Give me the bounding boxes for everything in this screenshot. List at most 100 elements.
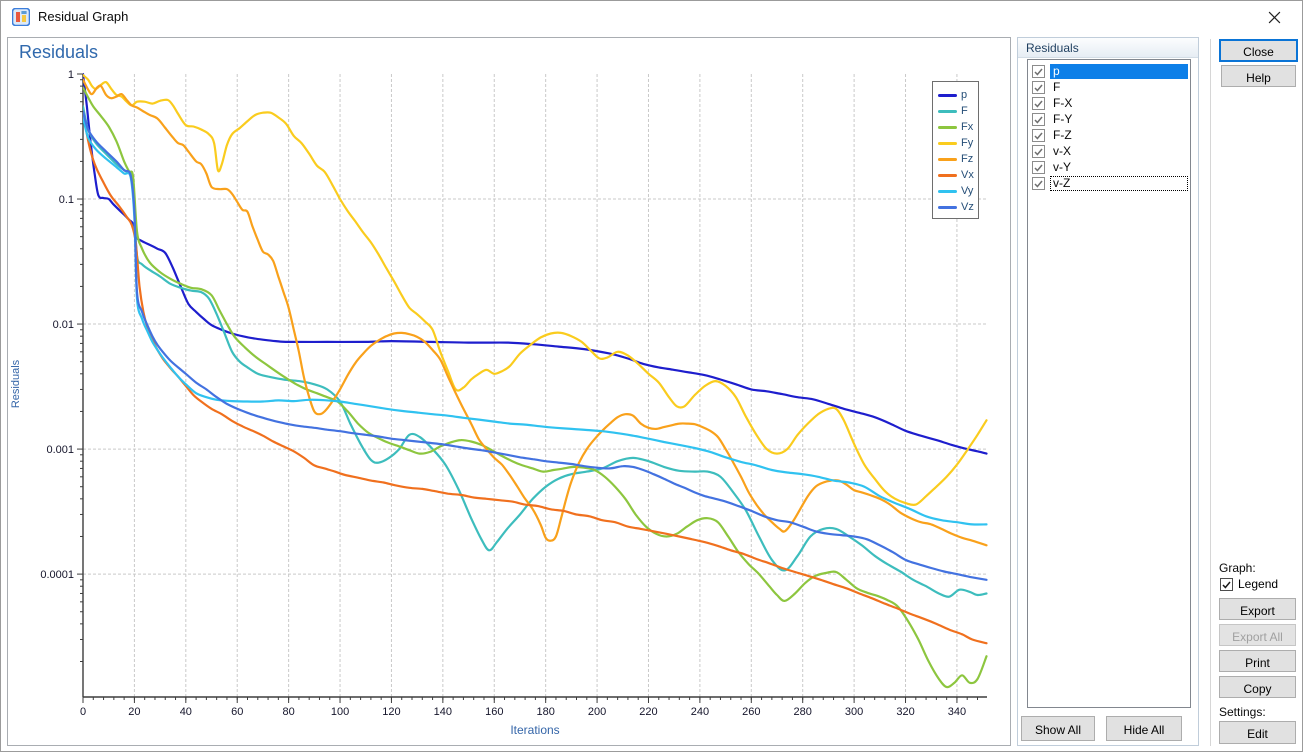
series-line-F bbox=[83, 105, 988, 598]
residual-checkbox[interactable] bbox=[1032, 160, 1045, 174]
axes bbox=[82, 74, 987, 698]
svg-text:0.01: 0.01 bbox=[53, 319, 74, 331]
svg-text:200: 200 bbox=[588, 706, 606, 718]
residual-item-label[interactable]: F bbox=[1050, 80, 1188, 95]
legend-swatch-icon bbox=[938, 189, 957, 193]
residual-item-label[interactable]: v-Z bbox=[1050, 175, 1188, 191]
legend-swatch-icon bbox=[938, 93, 957, 97]
residual-item-label[interactable]: v-X bbox=[1050, 144, 1188, 159]
legend-entry-p: p bbox=[933, 87, 978, 103]
svg-text:120: 120 bbox=[382, 706, 400, 718]
legend-entry-Fz: Fz bbox=[933, 151, 978, 167]
svg-text:0.001: 0.001 bbox=[46, 444, 74, 456]
legend-label: Fy bbox=[961, 136, 974, 149]
residual-checkbox[interactable] bbox=[1032, 128, 1045, 142]
app-icon bbox=[12, 8, 30, 26]
x-axis-label: Iterations bbox=[510, 723, 560, 737]
svg-text:280: 280 bbox=[794, 706, 812, 718]
print-button[interactable]: Print bbox=[1219, 650, 1296, 672]
legend-swatch-icon bbox=[938, 141, 957, 145]
residual-checkbox[interactable] bbox=[1032, 80, 1045, 94]
legend-entry-Fy: Fy bbox=[933, 135, 978, 151]
svg-text:260: 260 bbox=[742, 706, 760, 718]
residual-item-label[interactable]: v-Y bbox=[1050, 160, 1188, 175]
series-line-Fx bbox=[83, 86, 988, 689]
svg-text:40: 40 bbox=[180, 706, 192, 718]
series-lines bbox=[83, 72, 988, 689]
series-line-Fy bbox=[83, 74, 988, 507]
y-axis-label: Residuals bbox=[10, 359, 22, 409]
legend-swatch-icon bbox=[938, 173, 957, 177]
series-line-Vz bbox=[83, 110, 988, 581]
show-all-button[interactable]: Show All bbox=[1021, 716, 1095, 741]
residual-item-F-X[interactable]: F-X bbox=[1030, 95, 1188, 111]
legend-swatch-icon bbox=[938, 205, 957, 209]
svg-text:100: 100 bbox=[331, 706, 349, 718]
copy-button[interactable]: Copy bbox=[1219, 676, 1296, 698]
svg-text:0.1: 0.1 bbox=[59, 194, 74, 206]
residual-item-v-X[interactable]: v-X bbox=[1030, 143, 1188, 159]
residual-item-label[interactable]: F-Z bbox=[1050, 128, 1188, 143]
residual-checkbox[interactable] bbox=[1032, 64, 1045, 78]
chart-panel: Residuals 0 20 40 60 80 100 120 140 160 180 200 220… bbox=[7, 37, 1011, 746]
svg-text:240: 240 bbox=[691, 706, 709, 718]
residual-checkbox[interactable] bbox=[1032, 112, 1045, 126]
export-button[interactable]: Export bbox=[1219, 598, 1296, 620]
svg-text:80: 80 bbox=[283, 706, 295, 718]
legend-label: Vz bbox=[961, 200, 974, 213]
series-line-p bbox=[83, 72, 988, 455]
legend-swatch-icon bbox=[938, 157, 957, 161]
svg-text:1: 1 bbox=[68, 69, 74, 81]
residual-item-v-Z[interactable]: v-Z bbox=[1030, 175, 1188, 191]
legend-entry-Vy: Vy bbox=[933, 183, 978, 199]
legend-entry-Vz: Vz bbox=[933, 199, 978, 215]
legend-entry-F: F bbox=[933, 103, 978, 119]
help-button[interactable]: Help bbox=[1221, 65, 1296, 87]
hide-all-button[interactable]: Hide All bbox=[1106, 716, 1182, 741]
residual-item-p[interactable]: p bbox=[1030, 63, 1188, 79]
series-line-Fz bbox=[83, 78, 988, 547]
residual-item-F-Y[interactable]: F-Y bbox=[1030, 111, 1188, 127]
svg-text:20: 20 bbox=[128, 706, 140, 718]
residual-item-label[interactable]: F-X bbox=[1050, 96, 1188, 111]
tick-labels: 0 20 40 60 80 100 120 140 160 180 200 220 240 260 280 3… bbox=[40, 69, 966, 718]
series-line-Vx bbox=[83, 110, 988, 645]
legend-label: Vx bbox=[961, 168, 974, 181]
edit-button[interactable]: Edit bbox=[1219, 721, 1296, 744]
grid-lines bbox=[83, 74, 987, 697]
legend-label: Vy bbox=[961, 184, 974, 197]
svg-text:320: 320 bbox=[896, 706, 914, 718]
residual-item-F-Z[interactable]: F-Z bbox=[1030, 127, 1188, 143]
window-title: Residual Graph bbox=[38, 9, 129, 24]
svg-text:300: 300 bbox=[845, 706, 863, 718]
legend-label: F bbox=[961, 104, 968, 117]
residual-checkbox[interactable] bbox=[1032, 96, 1045, 110]
legend-checkbox[interactable] bbox=[1220, 577, 1233, 591]
residual-checkbox[interactable] bbox=[1032, 176, 1045, 190]
title-bar: Residual Graph bbox=[1, 1, 1302, 33]
export-all-button: Export All bbox=[1219, 624, 1296, 646]
settings-section-label: Settings: bbox=[1219, 705, 1266, 719]
legend-entry-Fx: Fx bbox=[933, 119, 978, 135]
svg-text:0: 0 bbox=[80, 706, 86, 718]
residual-item-label[interactable]: p bbox=[1050, 63, 1188, 79]
window-close-icon[interactable] bbox=[1254, 3, 1294, 31]
svg-text:180: 180 bbox=[536, 706, 554, 718]
tick-marks bbox=[77, 73, 978, 703]
svg-text:220: 220 bbox=[639, 706, 657, 718]
svg-text:140: 140 bbox=[434, 706, 452, 718]
residuals-group: Residuals p F F-X F-Y F-Z v-X v-Y v-Z bbox=[1017, 37, 1199, 746]
residual-item-v-Y[interactable]: v-Y bbox=[1030, 159, 1188, 175]
close-button[interactable]: Close bbox=[1219, 39, 1298, 62]
svg-text:0.0001: 0.0001 bbox=[40, 569, 74, 581]
residual-chart: 0 20 40 60 80 100 120 140 160 180 200 220 240 260 280 3… bbox=[40, 69, 988, 718]
svg-text:340: 340 bbox=[948, 706, 966, 718]
residuals-list[interactable]: p F F-X F-Y F-Z v-X v-Y v-Z bbox=[1027, 59, 1191, 708]
residual-item-label[interactable]: F-Y bbox=[1050, 112, 1188, 127]
legend-checkbox-row[interactable]: Legend bbox=[1220, 577, 1278, 591]
residuals-group-title: Residuals bbox=[1018, 38, 1198, 58]
legend-swatch-icon bbox=[938, 109, 957, 113]
residual-item-F[interactable]: F bbox=[1030, 79, 1188, 95]
legend-entry-Vx: Vx bbox=[933, 167, 978, 183]
residual-checkbox[interactable] bbox=[1032, 144, 1045, 158]
